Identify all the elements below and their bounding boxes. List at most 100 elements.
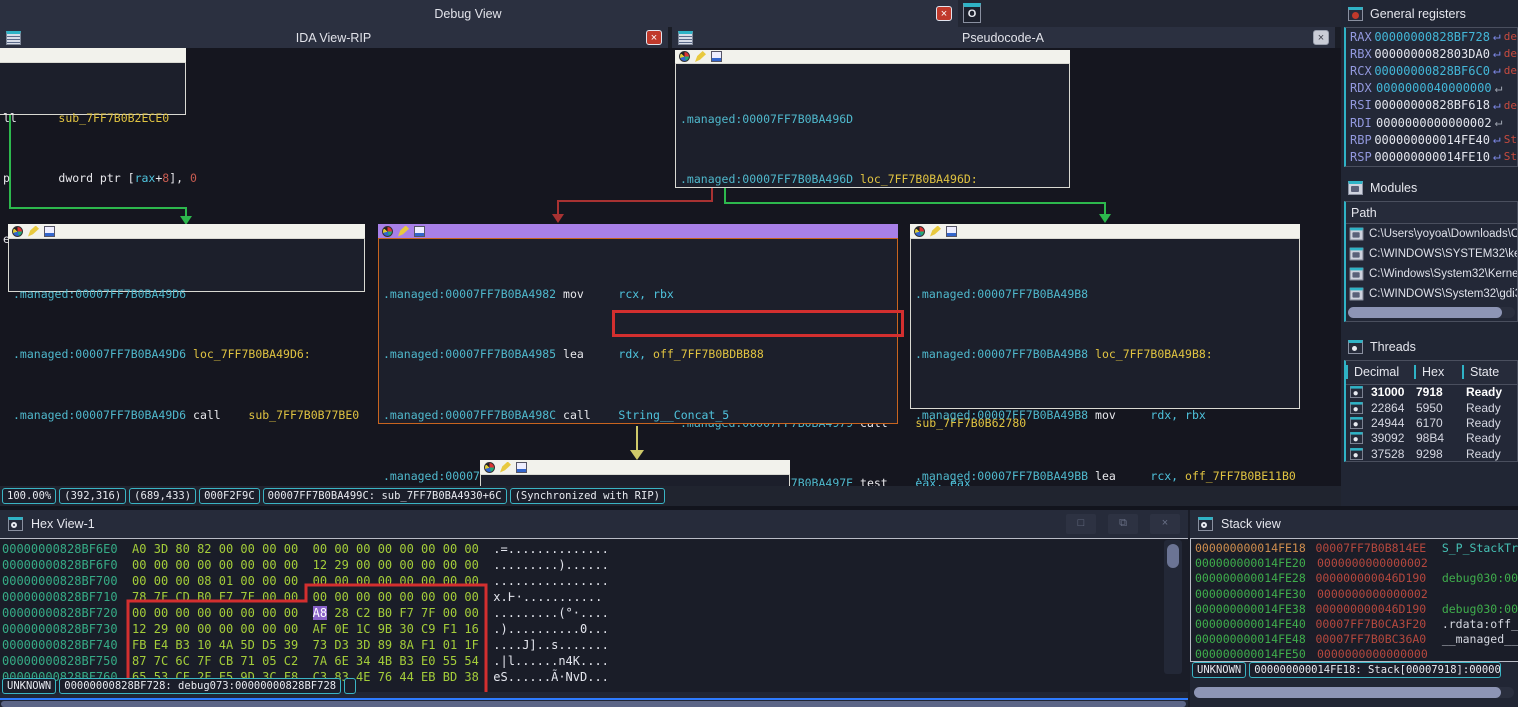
asm-line[interactable]: .managed:00007FF7B0BA496D loc_7FF7B0BA49… — [680, 172, 1069, 187]
asm-line[interactable]: .managed:00007FF7B0BA49B8 — [915, 287, 1299, 302]
stack-row[interactable]: 000000000014FE48 00007FF7B0BC36A0 __mana… — [1195, 632, 1518, 647]
basic-block-bottom[interactable]: ------------------------------- — [480, 474, 790, 486]
modules-hscrollbar[interactable] — [1348, 307, 1515, 318]
asm-line[interactable]: .managed:00007FF7B0BA49B8 mov rdx, rbx — [915, 408, 1299, 423]
tab-pseudocode-a-label: Pseudocode-A — [699, 31, 1307, 45]
stack-view-titlebar[interactable]: Stack view — [1190, 510, 1518, 538]
register-row[interactable]: RAX 00000000828BF728 ↵ de — [1346, 28, 1517, 45]
register-row[interactable]: RSP 000000000014FE10 ↵ St — [1346, 148, 1517, 165]
hex-row[interactable]: 00000000828BF720 00 00 00 00 00 00 00 00… — [2, 606, 1188, 622]
stack-row[interactable]: 000000000014FE38 000000000046D190 debug0… — [1195, 602, 1518, 617]
restore-icon[interactable]: ⧉ — [1108, 514, 1138, 534]
maximize-icon[interactable]: □ — [1066, 514, 1096, 534]
thread-row[interactable]: 39092 98B4 Ready — [1346, 431, 1517, 446]
tab-ida-view-close-icon[interactable]: × — [646, 30, 662, 45]
threads-column-headers[interactable]: Decimal Hex State — [1346, 361, 1517, 385]
threads-header[interactable]: Threads — [1341, 334, 1518, 360]
asm-line[interactable]: .managed:00007FF7B0BA49BB lea rcx, off_7… — [915, 469, 1299, 484]
register-row[interactable]: RBX 0000000082803DA0 ↵ de — [1346, 45, 1517, 62]
debug-view-titlebar[interactable]: Debug View × — [0, 0, 958, 27]
register-row[interactable]: RSI 00000000828BF618 ↵ de — [1346, 97, 1517, 114]
register-value[interactable]: 0000000082803DA0 — [1374, 47, 1490, 61]
hex-row[interactable]: 00000000828BF6F0 00 00 00 00 00 00 00 00… — [2, 558, 1188, 574]
block-header[interactable] — [8, 224, 365, 238]
module-row[interactable]: C:\WINDOWS\SYSTEM32\kerne — [1346, 244, 1517, 264]
module-row[interactable]: C:\Users\yoyoa\Downloads\Co — [1346, 224, 1517, 244]
register-value[interactable]: 0000000040000000 — [1376, 81, 1492, 95]
basic-block-fragment[interactable]: ll sub_7FF7B0B2ECE0 p dword ptr [rax+8],… — [0, 62, 186, 115]
register-value[interactable]: 00000000828BF728 — [1374, 30, 1490, 44]
register-value[interactable]: 000000000014FE40 — [1374, 133, 1490, 147]
tab-pseudocode-a[interactable]: Pseudocode-A × — [672, 27, 1335, 48]
stack-row[interactable]: 000000000014FE28 000000000046D190 debug0… — [1195, 571, 1518, 586]
thread-hex: 9298 — [1412, 447, 1458, 461]
tab-pseudocode-close-icon[interactable]: × — [1313, 30, 1329, 45]
stack-hscrollbar[interactable] — [1194, 687, 1514, 698]
register-value[interactable]: 00000000828BF6C0 — [1374, 64, 1490, 78]
hex-row[interactable]: 00000000828BF750 87 7C 6C 7F CB 71 05 C2… — [2, 654, 1188, 670]
stack-value: 0000000000000000 — [1317, 647, 1445, 662]
stack-dump[interactable]: 000000000014FE18 00007FF7B0B814EE S_P_St… — [1190, 538, 1518, 662]
close-icon[interactable]: × — [1150, 514, 1180, 534]
debug-view-close-icon[interactable]: × — [936, 6, 952, 21]
hex-row[interactable]: 00000000828BF6E0 A0 3D 80 82 00 00 00 00… — [2, 542, 1188, 558]
document-icon[interactable]: O — [963, 3, 981, 23]
tab-ida-view-rip[interactable]: IDA View-RIP × — [0, 27, 668, 48]
block-header[interactable] — [480, 460, 790, 474]
general-registers-header[interactable]: General registers — [1341, 1, 1518, 27]
asm-line[interactable]: p dword ptr [rax+8], 0 — [3, 171, 185, 186]
basic-block-left[interactable]: .managed:00007FF7B0BA49D6 .managed:00007… — [8, 238, 365, 292]
register-value[interactable]: 0000000000000002 — [1376, 116, 1492, 130]
block-header[interactable] — [675, 50, 1070, 63]
register-row[interactable]: RDX 0000000040000000 ↵ — [1346, 80, 1517, 97]
pie-chart-icon — [679, 51, 690, 62]
register-row[interactable]: RBP 000000000014FE40 ↵ St — [1346, 131, 1517, 148]
hex-dump[interactable]: 00000000828BF6E0 A0 3D 80 82 00 00 00 00… — [0, 538, 1188, 692]
block-header-selected[interactable] — [378, 224, 898, 238]
hex-row[interactable]: 00000000828BF730 12 29 00 00 00 00 00 00… — [2, 622, 1188, 638]
asm-line[interactable]: .managed:00007FF7B0BA49D6 loc_7FF7B0BA49… — [13, 347, 364, 362]
stack-row[interactable]: 000000000014FE40 00007FF7B0CA3F20 .rdata… — [1195, 617, 1518, 632]
asm-line[interactable]: .managed:00007FF7B0BA496D — [680, 112, 1069, 127]
asm-line[interactable]: .managed:00007FF7B0BA49B8 loc_7FF7B0BA49… — [915, 347, 1299, 362]
thread-decimal: 22864 — [1364, 401, 1412, 415]
hex-row[interactable]: 00000000828BF700 00 00 00 08 01 00 00 00… — [2, 574, 1188, 590]
hex-status-empty-badge — [344, 678, 356, 694]
register-value[interactable]: 00000000828BF618 — [1374, 98, 1490, 112]
thread-row[interactable]: 22864 5950 Ready — [1346, 400, 1517, 415]
thread-row[interactable]: 24944 6170 Ready — [1346, 415, 1517, 430]
asm-line[interactable]: .managed:00007FF7B0BA49D6 call sub_7FF7B… — [13, 408, 364, 423]
stack-row[interactable]: 000000000014FE30 0000000000000002 — [1195, 587, 1518, 602]
modules-column-path[interactable]: Path — [1346, 202, 1517, 224]
module-row[interactable]: C:\WINDOWS\System32\gdi32 — [1346, 284, 1517, 304]
module-row[interactable]: C:\Windows\System32\KernelB — [1346, 264, 1517, 284]
stack-label: .rdata:off_ — [1442, 617, 1518, 632]
hex-row[interactable]: 00000000828BF740 FB E4 B3 10 4A 5D D5 39… — [2, 638, 1188, 654]
asm-line[interactable]: .managed:00007FF7B0BA4985 lea rdx, off_7… — [383, 347, 897, 362]
register-name: RBX — [1346, 47, 1374, 61]
asm-line[interactable]: .managed:00007FF7B0BA4982 mov rcx, rbx — [383, 287, 897, 302]
hex-vscrollbar[interactable] — [1164, 540, 1182, 674]
register-row[interactable]: RDI 0000000000000002 ↵ — [1346, 114, 1517, 131]
block-header[interactable] — [0, 48, 186, 62]
block-header[interactable] — [910, 224, 1300, 238]
register-row[interactable]: RCX 00000000828BF6C0 ↵ de — [1346, 62, 1517, 79]
basic-block-top[interactable]: .managed:00007FF7B0BA496D .managed:00007… — [675, 63, 1070, 188]
hex-view-titlebar[interactable]: Hex View-1 □ ⧉ × — [0, 510, 1188, 538]
hex-hscrollbar[interactable] — [1, 701, 1186, 707]
hex-row[interactable]: 00000000828BF710 78 7F CD B0 F7 7F 00 00… — [2, 590, 1188, 606]
stack-row[interactable]: 000000000014FE18 00007FF7B0B814EE S_P_St… — [1195, 541, 1518, 556]
register-name: RDI — [1346, 116, 1376, 130]
thread-row[interactable]: 37528 9298 Ready — [1346, 446, 1517, 461]
asm-line[interactable]: .managed:00007FF7B0BA49D6 — [13, 287, 364, 302]
register-value[interactable]: 000000000014FE10 — [1374, 150, 1490, 164]
stack-row[interactable]: 000000000014FE20 0000000000000002 — [1195, 556, 1518, 571]
thread-row[interactable]: 31000 7918 Ready — [1346, 385, 1517, 400]
basic-block-right[interactable]: .managed:00007FF7B0BA49B8 .managed:00007… — [910, 238, 1300, 409]
stack-row[interactable]: 000000000014FE50 0000000000000000 — [1195, 647, 1518, 662]
asm-line[interactable]: .managed:00007FF7B0BA498C call String__C… — [383, 408, 897, 423]
graph-canvas[interactable]: ll sub_7FF7B0B2ECE0 p dword ptr [rax+8],… — [0, 48, 1341, 486]
stack-address: 000000000014FE30 — [1195, 587, 1317, 602]
modules-header[interactable]: Modules — [1341, 175, 1518, 201]
asm-line[interactable]: ll sub_7FF7B0B2ECE0 — [3, 111, 185, 126]
